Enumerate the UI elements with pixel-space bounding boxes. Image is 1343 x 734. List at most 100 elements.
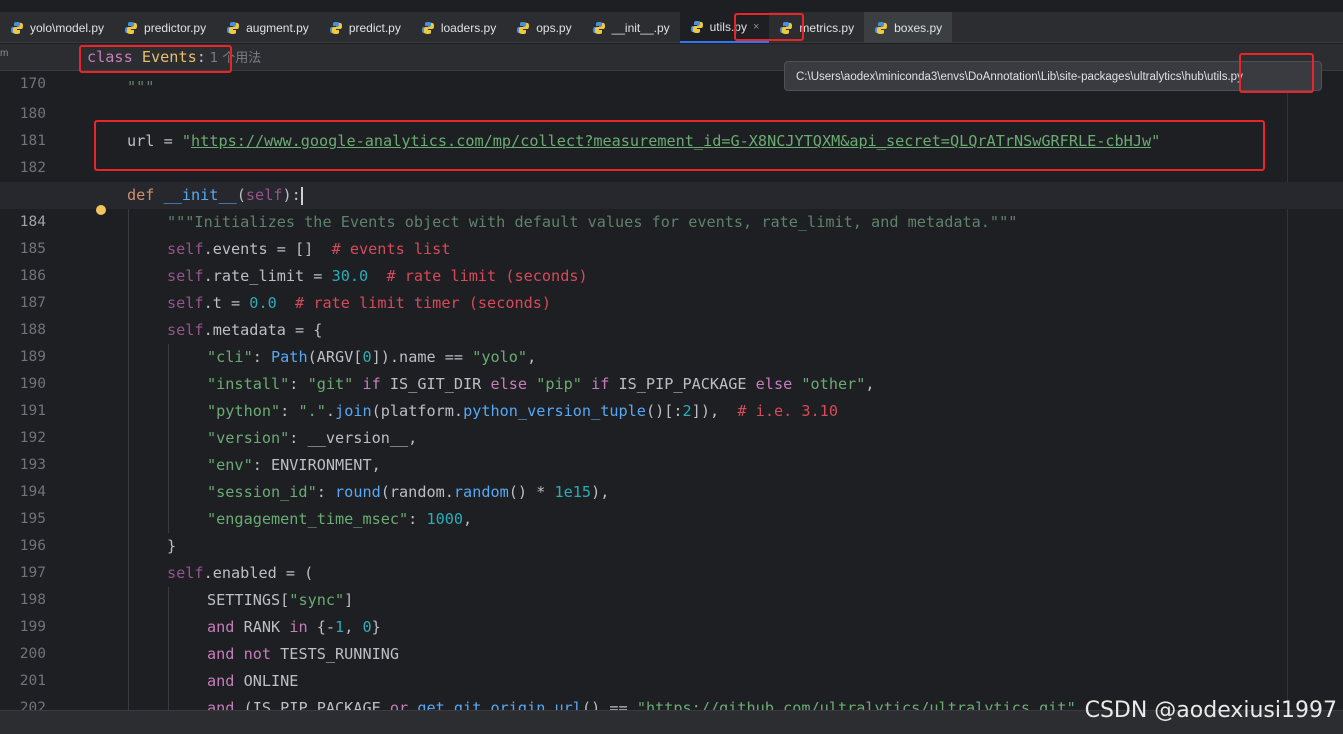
highlight-box-hub-utils-path bbox=[1239, 53, 1314, 93]
code-line[interactable]: 191 "install": "git" if IS_GIT_DIR else … bbox=[0, 371, 1343, 419]
code-line[interactable]: 190 "cli": Path(ARGV[0]).name == "yolo", bbox=[0, 344, 1343, 392]
tab-predictor[interactable]: predictor.py bbox=[114, 12, 216, 43]
code-line[interactable]: 200 and RANK in {-1, 0} bbox=[0, 614, 1343, 662]
keyword: and bbox=[207, 672, 235, 690]
number: 0.0 bbox=[249, 294, 277, 312]
code-line[interactable]: 185 """Initializes the Events object wit… bbox=[0, 209, 1343, 257]
keyword: and not bbox=[207, 645, 272, 663]
function-call: get_git_origin_url bbox=[417, 699, 582, 710]
dict-key: "session_id" bbox=[207, 483, 317, 501]
string: "pip" bbox=[536, 375, 582, 393]
function-call: Path bbox=[271, 348, 308, 366]
code-line[interactable]: 193 "version": __version__, bbox=[0, 425, 1343, 473]
indent-guide bbox=[168, 668, 169, 695]
highlight-box-utils-tab bbox=[734, 13, 804, 41]
code-text: IS_GIT_DIR bbox=[389, 375, 482, 393]
indent-guide bbox=[168, 425, 169, 452]
left-edge-marker: m bbox=[0, 48, 9, 59]
indent-guide bbox=[128, 290, 129, 317]
code-line[interactable]: 199 SETTINGS["sync"] bbox=[0, 587, 1343, 635]
indent-guide bbox=[168, 641, 169, 668]
code-text: .enabled = ( bbox=[203, 564, 314, 582]
editor-tab-bar: yolo\model.py predictor.py augment.py pr… bbox=[0, 12, 1343, 43]
highlight-box-class-events bbox=[79, 45, 232, 73]
code-line[interactable]: 187 self.rate_limit = 30.0 # rate limit … bbox=[0, 263, 1343, 311]
self-keyword: self bbox=[167, 267, 204, 285]
code-text: IS_PIP_PACKAGE bbox=[618, 375, 747, 393]
tab-label: metrics.py bbox=[799, 20, 855, 35]
self-keyword: self bbox=[167, 294, 204, 312]
indent-guide bbox=[168, 371, 169, 398]
indent-guide bbox=[128, 533, 129, 560]
code-text: (IS_PIP_PACKAGE bbox=[234, 699, 390, 710]
tab-augment[interactable]: augment.py bbox=[216, 12, 319, 43]
code-line[interactable]: 192 "python": ".".join(platform.python_v… bbox=[0, 398, 1343, 446]
python-file-icon bbox=[125, 21, 138, 34]
code-line[interactable]: 189 self.metadata = { bbox=[0, 317, 1343, 365]
code-line[interactable]: 186 self.events = [] # events list bbox=[0, 236, 1343, 284]
comment: # rate limit timer (seconds) bbox=[295, 294, 552, 312]
function-call: random bbox=[453, 483, 509, 501]
code-text: RANK bbox=[234, 618, 290, 636]
punct: ): bbox=[282, 186, 301, 204]
keyword: if bbox=[581, 375, 619, 393]
code-line[interactable]: 201 and not TESTS_RUNNING bbox=[0, 641, 1343, 689]
code-text: SETTINGS[ bbox=[207, 591, 290, 609]
code-line[interactable]: 202 and ONLINE bbox=[0, 668, 1343, 710]
dict-key: "python" bbox=[207, 402, 281, 420]
indent-guide bbox=[128, 641, 129, 668]
code-line[interactable]: 194 "env": ENVIRONMENT, bbox=[0, 452, 1343, 500]
indent-guide bbox=[128, 587, 129, 614]
self-keyword: self bbox=[167, 564, 204, 582]
code-text: , bbox=[865, 375, 875, 393]
tab-init[interactable]: __init__.py bbox=[582, 12, 680, 43]
keyword: def bbox=[127, 186, 155, 204]
tab-boxes[interactable]: boxes.py bbox=[864, 12, 953, 43]
indent-guide bbox=[128, 668, 129, 695]
self-keyword: self bbox=[167, 240, 204, 258]
code-text: : bbox=[408, 510, 427, 528]
number: 0 bbox=[362, 618, 372, 636]
function-call: round bbox=[335, 483, 381, 501]
function-name: __init__ bbox=[163, 186, 237, 204]
code-line[interactable]: 197 } bbox=[0, 533, 1343, 581]
keyword: if bbox=[353, 375, 390, 393]
tab-label: ops.py bbox=[536, 20, 572, 35]
code-text: TESTS_RUNNING bbox=[271, 645, 400, 663]
dict-key: "engagement_time_msec" bbox=[207, 510, 409, 528]
code-line[interactable]: 195 "session_id": round(random.random() … bbox=[0, 479, 1343, 527]
code-line-current[interactable]: 184 def __init__(self): bbox=[0, 182, 1343, 230]
code-text: {- bbox=[307, 618, 336, 636]
highlight-box-url-line bbox=[94, 120, 1265, 171]
keyword: else bbox=[746, 375, 802, 393]
code-text: .t = bbox=[203, 294, 250, 312]
tab-label: yolo\model.py bbox=[30, 20, 105, 35]
tab-predict[interactable]: predict.py bbox=[319, 12, 411, 43]
indent-guide bbox=[128, 425, 129, 452]
code-text: ), bbox=[591, 483, 610, 501]
keyword: in bbox=[289, 618, 308, 636]
tab-loaders[interactable]: loaders.py bbox=[411, 12, 506, 43]
code-text: () * bbox=[508, 483, 555, 501]
code-text: (ARGV[ bbox=[307, 348, 363, 366]
indent-guide bbox=[128, 263, 129, 290]
lightbulb-icon[interactable] bbox=[96, 205, 106, 215]
dict-key: "env" bbox=[207, 456, 253, 474]
watermark: CSDN @aodexiusi1997 bbox=[1084, 698, 1337, 723]
code-line[interactable]: 188 self.t = 0.0 # rate limit timer (sec… bbox=[0, 290, 1343, 338]
code-line[interactable]: 196 "engagement_time_msec": 1000, bbox=[0, 506, 1343, 554]
keyword: or bbox=[389, 699, 409, 710]
string: "other" bbox=[801, 375, 866, 393]
code-text: . bbox=[325, 402, 336, 420]
code-line[interactable]: 198 self.enabled = ( bbox=[0, 560, 1343, 608]
tab-yolo-model[interactable]: yolo\model.py bbox=[0, 12, 114, 43]
punct: ( bbox=[236, 186, 246, 204]
python-file-icon bbox=[421, 21, 434, 34]
tab-label: __init__.py bbox=[611, 20, 670, 35]
tab-ops[interactable]: ops.py bbox=[506, 12, 581, 43]
self-param: self bbox=[245, 186, 283, 204]
code-text: } bbox=[167, 537, 177, 555]
docstring: """ bbox=[127, 78, 155, 96]
